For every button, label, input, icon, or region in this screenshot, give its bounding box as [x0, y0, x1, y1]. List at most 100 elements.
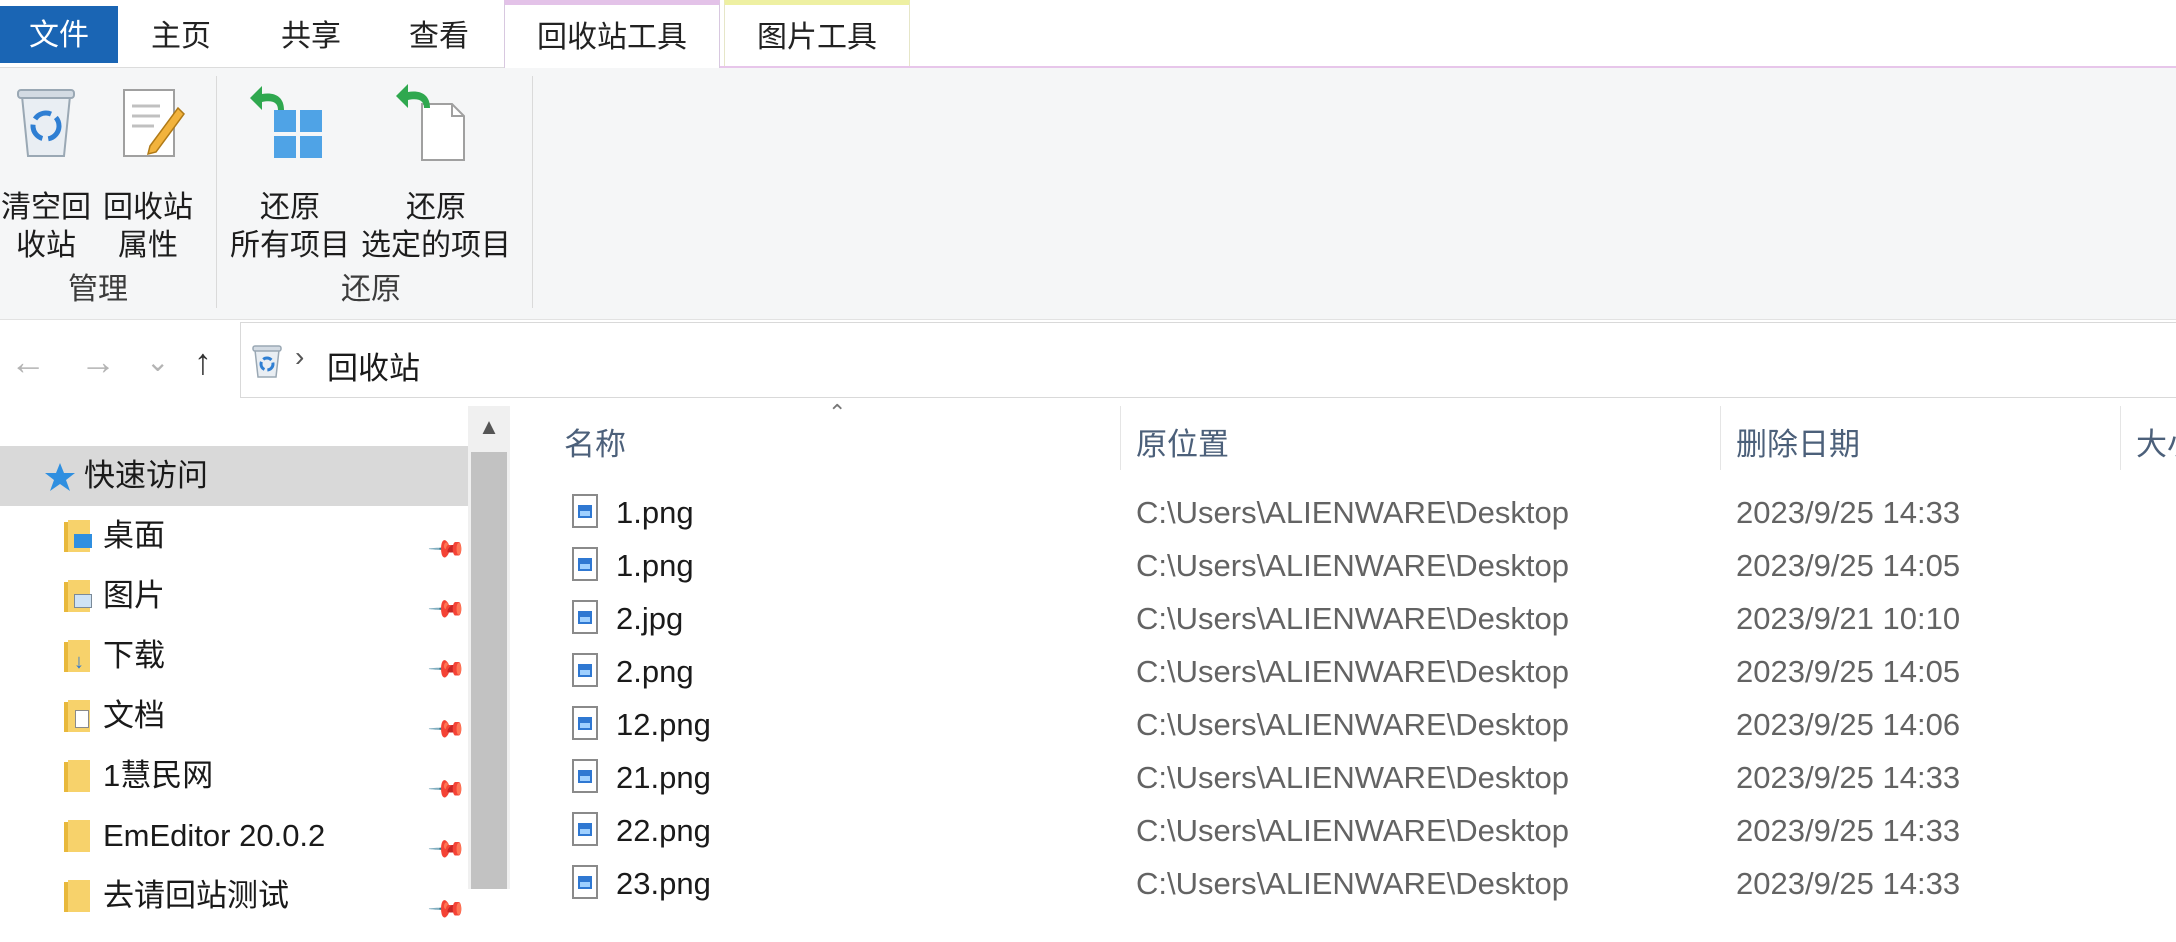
nav-item-downloads[interactable]: ↓ 下载 📌	[0, 626, 468, 690]
table-row[interactable]: 2.png C:\Users\ALIENWARE\Desktop 2023/9/…	[510, 645, 2176, 698]
nav-item-desktop[interactable]: 桌面 📌	[0, 506, 468, 570]
image-file-icon	[572, 653, 598, 687]
star-icon	[45, 463, 75, 491]
file-name: 21.png	[616, 760, 711, 795]
image-file-icon	[572, 759, 598, 793]
image-file-icon	[572, 812, 598, 846]
nav-item-label: 桌面	[103, 518, 165, 553]
recent-locations-button[interactable]: ⌄	[146, 342, 169, 382]
image-file-icon	[572, 865, 598, 899]
downloads-folder-icon: ↓	[64, 640, 90, 672]
column-divider[interactable]	[1120, 406, 1121, 470]
nav-item-pictures[interactable]: 图片 📌	[0, 566, 468, 630]
file-name: 2.png	[616, 654, 694, 689]
table-row[interactable]: 1.png C:\Users\ALIENWARE\Desktop 2023/9/…	[510, 539, 2176, 592]
nav-item-label: EmEditor 20.0.2	[103, 818, 326, 853]
file-name: 2.jpg	[616, 601, 684, 636]
quick-access-item[interactable]: 快速访问	[0, 446, 468, 506]
folder-icon	[64, 880, 90, 912]
breadcrumb-chevron-icon[interactable]: ›	[295, 341, 304, 373]
empty-recycle-bin-button[interactable]: 清空回 收站	[0, 82, 92, 262]
navigation-pane: 快速访问 桌面 📌 图片 📌 ↓ 下载 📌 文档 📌 1慧民网 📌 EmEdit…	[0, 406, 510, 930]
file-name: 12.png	[616, 707, 711, 742]
image-file-icon	[572, 600, 598, 634]
file-original-location: C:\Users\ALIENWARE\Desktop	[1136, 866, 1569, 901]
ribbon-panel: 清空回 收站 回收站 属性 管理 还原 所有项目 还原 选定的项目 还原	[0, 68, 2176, 320]
restore-selected-label-1: 还原	[406, 191, 466, 224]
restore-all-icon	[250, 86, 322, 158]
file-original-location: C:\Users\ALIENWARE\Desktop	[1136, 548, 1569, 583]
file-date-deleted: 2023/9/25 14:33	[1736, 495, 1961, 530]
empty-recycle-label-1: 清空回	[1, 191, 91, 224]
back-button[interactable]: ←	[10, 342, 46, 382]
nav-item-label: 文档	[103, 698, 165, 733]
column-header-name[interactable]: 名称	[564, 406, 1114, 482]
restore-all-button[interactable]: 还原 所有项目	[226, 82, 354, 262]
desktop-folder-icon	[64, 520, 92, 552]
restore-all-label-2: 所有项目	[230, 229, 350, 262]
table-row[interactable]: 2.jpg C:\Users\ALIENWARE\Desktop 2023/9/…	[510, 592, 2176, 645]
image-file-icon	[572, 494, 598, 528]
table-row[interactable]: 1.png C:\Users\ALIENWARE\Desktop 2023/9/…	[510, 486, 2176, 539]
nav-item-folder[interactable]: 1慧民网 📌	[0, 746, 468, 810]
nav-item-folder[interactable]: EmEditor 20.0.2 📌	[0, 806, 468, 870]
nav-item-label: 图片	[103, 578, 165, 613]
nav-item-label: 下载	[103, 638, 165, 673]
column-divider[interactable]	[1720, 406, 1721, 470]
up-button[interactable]: ↑	[194, 342, 212, 382]
file-name: 22.png	[616, 813, 711, 848]
nav-item-documents[interactable]: 文档 📌	[0, 686, 468, 750]
file-original-location: C:\Users\ALIENWARE\Desktop	[1136, 707, 1569, 742]
scroll-up-arrow-icon[interactable]: ▲	[468, 406, 510, 448]
properties-label-1: 回收站	[103, 191, 193, 224]
scrollbar-thumb[interactable]	[471, 452, 507, 889]
properties-icon	[123, 89, 185, 157]
properties-label-2: 属性	[118, 229, 178, 262]
folder-icon	[64, 760, 90, 792]
file-date-deleted: 2023/9/21 10:10	[1736, 601, 1961, 636]
tab-view[interactable]: 查看	[390, 0, 488, 67]
file-date-deleted: 2023/9/25 14:06	[1736, 707, 1961, 742]
tab-file[interactable]: 文件	[0, 6, 118, 63]
recycle-bin-properties-button[interactable]: 回收站 属性	[100, 82, 196, 262]
restore-selected-button[interactable]: 还原 选定的项目	[358, 82, 514, 262]
table-row[interactable]: 23.png C:\Users\ALIENWARE\Desktop 2023/9…	[510, 857, 2176, 910]
column-header-size[interactable]: 大小	[2136, 406, 2176, 482]
image-file-icon	[572, 706, 598, 740]
file-original-location: C:\Users\ALIENWARE\Desktop	[1136, 601, 1569, 636]
empty-recycle-label-2: 收站	[16, 229, 76, 262]
tab-share[interactable]: 共享	[262, 0, 360, 67]
file-name: 1.png	[616, 495, 694, 530]
quick-access-label: 快速访问	[84, 458, 208, 493]
table-row[interactable]: 21.png C:\Users\ALIENWARE\Desktop 2023/9…	[510, 751, 2176, 804]
tab-recycle-bin-tools[interactable]: 回收站工具	[504, 0, 720, 68]
column-header-original-location[interactable]: 原位置	[1136, 406, 1716, 482]
file-list: ⌃ 名称 原位置 删除日期 大小 1.png C:\Users\ALIENWAR…	[510, 400, 2176, 901]
address-bar[interactable]: › 回收站	[240, 322, 2176, 398]
file-original-location: C:\Users\ALIENWARE\Desktop	[1136, 760, 1569, 795]
tab-picture-tools[interactable]: 图片工具	[724, 0, 910, 67]
table-row[interactable]: 22.png C:\Users\ALIENWARE\Desktop 2023/9…	[510, 804, 2176, 857]
file-date-deleted: 2023/9/25 14:33	[1736, 760, 1961, 795]
breadcrumb-recycle-bin[interactable]: 回收站	[327, 343, 420, 388]
column-header-date-deleted[interactable]: 删除日期	[1736, 406, 2116, 482]
recycle-bin-icon	[252, 345, 282, 378]
forward-button[interactable]: →	[80, 342, 116, 382]
file-original-location: C:\Users\ALIENWARE\Desktop	[1136, 813, 1569, 848]
navigation-bar: ← → ⌄ ↑ › 回收站	[0, 320, 2176, 406]
recycle-bin-icon	[17, 89, 75, 157]
ribbon-separator	[532, 76, 533, 308]
nav-item-label: 1慧民网	[103, 758, 214, 793]
column-divider[interactable]	[2120, 406, 2121, 470]
nav-pane-scrollbar[interactable]: ▲	[468, 406, 510, 889]
documents-folder-icon	[64, 700, 90, 732]
nav-item-folder[interactable]: 去请回站测试 📌	[0, 866, 468, 930]
file-name: 23.png	[616, 866, 711, 901]
ribbon-separator	[216, 76, 217, 308]
nav-item-label: 去请回站测试	[103, 878, 289, 913]
pictures-folder-icon	[64, 580, 92, 612]
group-manage-label: 管理	[68, 273, 128, 306]
tab-home[interactable]: 主页	[132, 0, 230, 67]
table-row[interactable]: 12.png C:\Users\ALIENWARE\Desktop 2023/9…	[510, 698, 2176, 751]
restore-selected-label-2: 选定的项目	[361, 229, 511, 262]
